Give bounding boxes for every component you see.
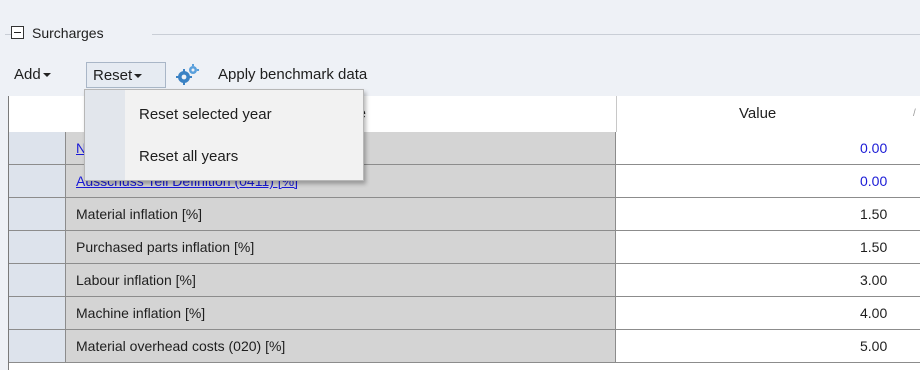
table-row[interactable]: Purchased parts inflation [%] 1.50 xyxy=(9,231,920,264)
surcharge-value[interactable]: 3.00 xyxy=(616,264,920,297)
chevron-down-icon xyxy=(134,74,143,79)
surcharge-value[interactable]: 1.50 xyxy=(616,198,920,231)
row-selector[interactable] xyxy=(9,165,66,198)
table-row[interactable]: Material inflation [%] 1.50 xyxy=(9,198,920,231)
row-selector[interactable] xyxy=(9,132,66,165)
surcharge-value[interactable]: 4.00 xyxy=(616,297,920,330)
gears-icon[interactable] xyxy=(175,64,199,86)
menu-icon-gutter xyxy=(85,90,125,180)
add-button[interactable]: Add xyxy=(10,62,55,88)
surcharge-value[interactable]: 0.00 xyxy=(616,165,920,198)
surcharge-name[interactable]: Purchased parts inflation [%] xyxy=(66,231,616,264)
surcharge-name[interactable]: Labour inflation [%] xyxy=(66,264,616,297)
collapse-toggle-icon[interactable] xyxy=(11,26,24,39)
column-divider[interactable] xyxy=(616,96,617,132)
reset-label: Reset xyxy=(93,67,133,84)
apply-benchmark-button[interactable]: Apply benchmark data xyxy=(212,62,373,88)
row-selector[interactable] xyxy=(9,198,66,231)
surcharge-name[interactable]: Material inflation [%] xyxy=(66,198,616,231)
sort-arrow-icon: / xyxy=(913,108,916,119)
table-row[interactable]: Labour inflation [%] 3.00 xyxy=(9,264,920,297)
reset-dropdown-menu: Reset selected year Reset all years xyxy=(84,89,364,181)
row-selector[interactable] xyxy=(9,330,66,363)
surcharge-value[interactable]: 0.00 xyxy=(616,132,920,165)
reset-button[interactable]: Reset xyxy=(86,62,166,88)
surcharge-value[interactable]: 1.50 xyxy=(616,231,920,264)
row-selector[interactable] xyxy=(9,297,66,330)
group-divider xyxy=(152,34,920,35)
chevron-down-icon xyxy=(42,73,51,78)
table-row[interactable]: Material overhead costs (020) [%] 5.00 xyxy=(9,330,920,363)
menu-item-reset-all-years[interactable]: Reset all years xyxy=(125,136,363,178)
add-label: Add xyxy=(14,66,41,83)
row-selector[interactable] xyxy=(9,264,66,297)
group-title: Surcharges xyxy=(32,25,104,41)
menu-item-reset-selected-year[interactable]: Reset selected year xyxy=(125,94,363,136)
surcharge-name[interactable]: Material overhead costs (020) [%] xyxy=(66,330,616,363)
row-selector[interactable] xyxy=(9,231,66,264)
surcharge-value[interactable]: 5.00 xyxy=(616,330,920,363)
surcharge-name[interactable]: Machine inflation [%] xyxy=(66,297,616,330)
column-header-value[interactable]: Value xyxy=(739,96,776,132)
table-row[interactable]: Machine inflation [%] 4.00 xyxy=(9,297,920,330)
